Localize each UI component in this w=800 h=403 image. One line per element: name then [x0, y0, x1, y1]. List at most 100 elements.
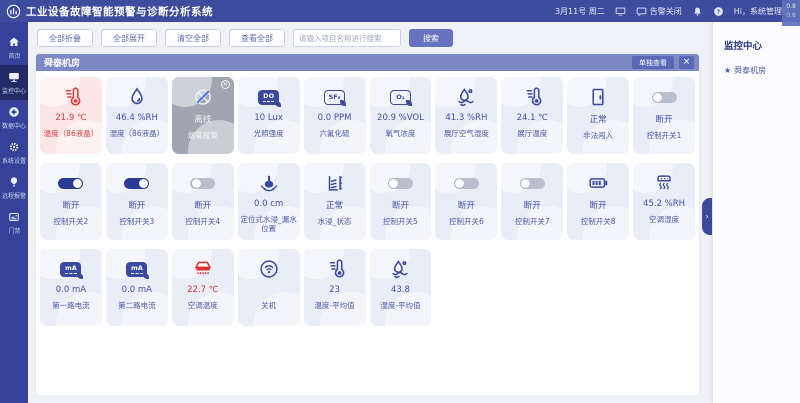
room-panel-header: 舜泰机房 单独查看 ×: [36, 54, 699, 71]
sensor-card[interactable]: 断开控制开关7: [501, 163, 563, 240]
favorite-room-item[interactable]: ★舜泰机房: [724, 65, 800, 76]
sensor-value: 23: [304, 285, 366, 295]
top-header-bar: 工业设备故障智能预警与诊断分析系统 3月11号 周二 告警关闭 ? Hi，系统管…: [0, 0, 800, 22]
sensor-card[interactable]: 断开控制开关8: [567, 163, 629, 240]
toggle-off-icon: [501, 171, 563, 195]
topbar-right: 3月11号 周二 告警关闭 ? Hi，系统管理员: [555, 6, 790, 17]
sensor-label: 第一路电流: [40, 301, 102, 310]
search-input[interactable]: [293, 29, 401, 47]
sensor-value: 0.0 mA: [40, 285, 102, 295]
sensor-card[interactable]: 23温度-平均值: [304, 249, 366, 326]
toggle-off-icon: [435, 171, 497, 195]
toolbar-button-1[interactable]: 全部展开: [101, 29, 157, 47]
toggle-on-icon: [40, 171, 102, 195]
sensor-label: 温度（86液晶）: [40, 129, 102, 138]
power-off-icon: [238, 257, 300, 281]
sidebar-item-label: 系统设置: [2, 155, 26, 164]
sensor-value: 断开: [501, 199, 563, 211]
sensor-card[interactable]: 22.7 ℃空调温度: [172, 249, 234, 326]
sensor-card[interactable]: mA0.0 mA第一路电流: [40, 249, 102, 326]
view-alone-button[interactable]: 单独查看: [632, 56, 674, 69]
sensor-card[interactable]: 45.2 %RH空调湿度: [633, 163, 695, 240]
sensor-card[interactable]: 正常水浸_状态: [304, 163, 366, 240]
sensor-card[interactable]: mA0.0 mA第二路电流: [106, 249, 168, 326]
sensor-value: 断开: [40, 199, 102, 211]
toggle-off-icon: [172, 171, 234, 195]
search-button[interactable]: 搜索: [409, 29, 453, 47]
sidebar-item-0[interactable]: 首页: [0, 30, 28, 65]
sensor-card[interactable]: 43.8湿度-平均值: [370, 249, 432, 326]
sensor-card[interactable]: 断开控制开关5: [370, 163, 432, 240]
date-text: 3月11号 周二: [555, 6, 605, 17]
sensor-card[interactable]: DO10 Lux光照强度: [238, 77, 300, 154]
sensor-card[interactable]: 41.3 %RH展厅空气湿度: [435, 77, 497, 154]
water-leak-icon: [238, 171, 300, 195]
sensor-card[interactable]: 断开控制开关2: [40, 163, 102, 240]
sensor-card[interactable]: ×离线烟雾报警: [172, 77, 234, 154]
toggle-on-icon: [106, 171, 168, 195]
sensor-label: 控制开关3: [106, 217, 168, 226]
sidebar-item-label: 首页: [8, 50, 20, 59]
sidebar-item-4[interactable]: 远程报警: [0, 170, 28, 205]
toolbar-buttons: 全部折叠全部展开清空全部查看全部: [37, 29, 285, 47]
sensor-card[interactable]: 断开控制开关1: [633, 77, 695, 154]
alarm-status-chip[interactable]: 告警关闭: [636, 6, 682, 17]
sensor-card[interactable]: 21.9 ℃温度（86液晶）: [40, 77, 102, 154]
sensor-value: 0.0 PPM: [304, 113, 366, 123]
badge-meter-icon: SF₆: [304, 85, 366, 109]
app-root: 工业设备故障智能预警与诊断分析系统 3月11号 周二 告警关闭 ? Hi，系统管…: [0, 0, 800, 403]
sensor-label: 六氟化硫: [304, 129, 366, 138]
bell-icon[interactable]: [692, 6, 703, 17]
sensor-card[interactable]: 24.1 ℃展厅温度: [501, 77, 563, 154]
monitor-icon: [8, 71, 20, 83]
sensor-card[interactable]: 0.0 cm 定位式水浸_漏水位置: [238, 163, 300, 240]
toolbar-button-0[interactable]: 全部折叠: [37, 29, 93, 47]
sensor-card[interactable]: 正常非法闯入: [567, 77, 629, 154]
favorite-room-label: 舜泰机房: [734, 65, 766, 76]
sensor-card[interactable]: 关机: [238, 249, 300, 326]
screen-icon[interactable]: [615, 6, 626, 17]
sensor-label: 光照强度: [238, 129, 300, 138]
sensor-label: 控制开关7: [501, 217, 563, 226]
app-logo-icon: [6, 4, 21, 19]
sensor-card[interactable]: 断开控制开关6: [435, 163, 497, 240]
toolbar-button-3[interactable]: 查看全部: [229, 29, 285, 47]
sensor-value: 0.0 cm: [238, 199, 300, 209]
sidebar-item-3[interactable]: 系统设置: [0, 135, 28, 170]
sidebar-item-5[interactable]: 门禁: [0, 205, 28, 240]
sensor-label: 控制开关4: [172, 217, 234, 226]
sensor-card[interactable]: 46.4 %RH湿度（86液晶）: [106, 77, 168, 154]
sensor-card[interactable]: 断开控制开关4: [172, 163, 234, 240]
home-icon: [8, 36, 20, 48]
card-grid: 21.9 ℃温度（86液晶）46.4 %RH湿度（86液晶）×离线烟雾报警DO1…: [36, 71, 699, 332]
sensor-label: 关机: [238, 301, 300, 310]
sensor-label: 控制开关8: [567, 217, 629, 226]
sidebar-item-label: 门禁: [8, 225, 20, 234]
alarm-lamp-icon: [8, 176, 20, 188]
sensor-label: 定位式水浸_漏水位置: [238, 215, 300, 234]
sidebar-item-label: 数据中心: [2, 120, 26, 129]
sensor-value: [238, 285, 300, 295]
card-close-icon[interactable]: ×: [221, 80, 230, 89]
sensor-label: 展厅温度: [501, 129, 563, 138]
sensor-card[interactable]: SF₆ 0.0 PPM 六氟化硫: [304, 77, 366, 154]
sensor-card[interactable]: O₂20.9 %VOL氧气浓度: [370, 77, 432, 154]
humidity-waves-icon: [435, 85, 497, 109]
panel-close-icon[interactable]: ×: [679, 56, 694, 69]
sidebar-item-1[interactable]: 监控中心: [0, 65, 28, 100]
thermometer-icon: [501, 85, 563, 109]
toolbar-button-2[interactable]: 清空全部: [165, 29, 221, 47]
sensor-value: 0.0 mA: [106, 285, 168, 295]
access-control-icon: [8, 211, 20, 223]
sensor-card[interactable]: 断开控制开关3: [106, 163, 168, 240]
help-icon[interactable]: ?: [713, 6, 724, 17]
main-content: 全部折叠全部展开清空全部查看全部 搜索 舜泰机房 单独查看 × 21.9 ℃温度…: [28, 22, 705, 403]
sidebar-item-label: 监控中心: [2, 85, 26, 94]
thermometer-icon: [40, 85, 102, 109]
sensor-label: 湿度-平均值: [370, 301, 432, 310]
expand-chevron-icon[interactable]: ›: [702, 198, 712, 235]
sidebar-item-2[interactable]: 数据中心: [0, 100, 28, 135]
sensor-label: 控制开关1: [633, 131, 695, 140]
sidebar: 首页监控中心数据中心系统设置远程报警门禁: [0, 22, 28, 403]
right-panel-title: 监控中心: [724, 38, 800, 52]
